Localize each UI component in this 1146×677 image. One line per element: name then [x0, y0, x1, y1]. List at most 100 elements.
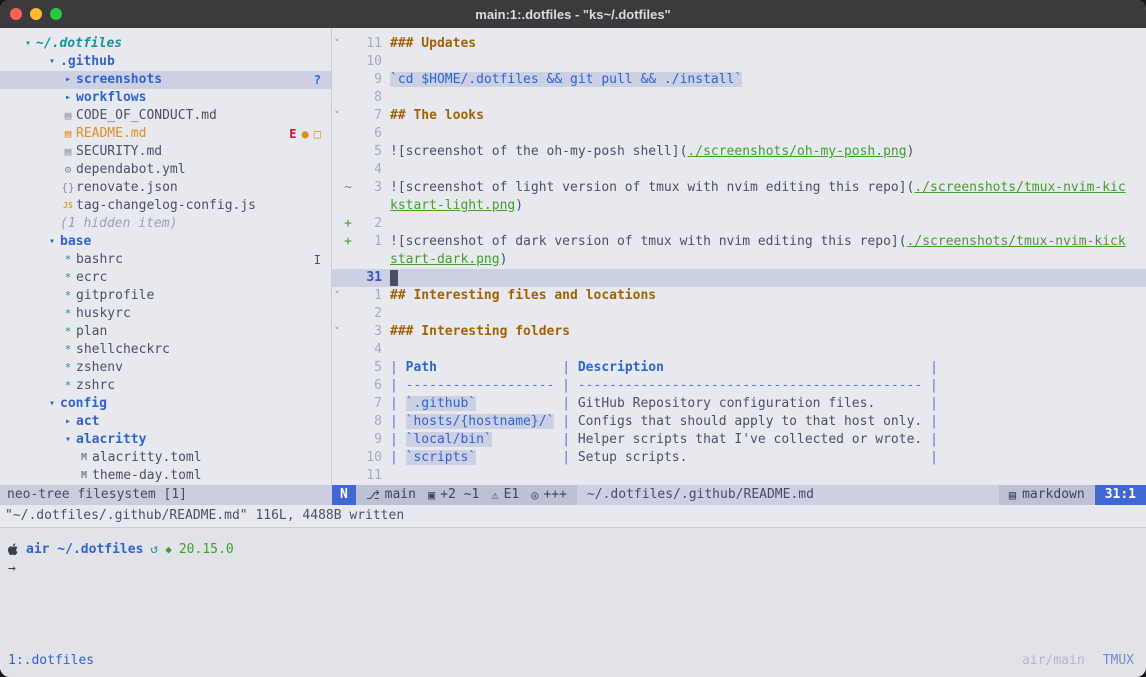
tree-item[interactable]: *bashrcI [0, 251, 331, 269]
line-text [382, 125, 390, 143]
status-badge: I [314, 251, 321, 269]
tree-item[interactable]: Malacritty.toml [0, 449, 331, 467]
editor-line[interactable]: 10 [332, 53, 1146, 71]
editor-line[interactable]: 6| ------------------- | ---------------… [332, 377, 1146, 395]
editor-line[interactable]: 10| `scripts` | Setup scripts. | [332, 449, 1146, 467]
editor-line[interactable]: 9| `local/bin` | Helper scripts that I'v… [332, 431, 1146, 449]
cmdline-message: "~/.dotfiles/.github/README.md" 116L, 44… [0, 505, 1146, 527]
tree-item[interactable]: Mtheme-day.toml [0, 467, 331, 485]
editor-line[interactable]: 9`cd $HOME/.dotfiles && git pull && ./in… [332, 71, 1146, 89]
tree-item[interactable]: ▾alacritty [0, 431, 331, 449]
text-segment: ) [515, 198, 523, 213]
zoom-button[interactable] [50, 8, 62, 20]
editor-line[interactable]: 8 [332, 89, 1146, 107]
tree-item[interactable]: ▸screenshots? [0, 71, 331, 89]
line-number: 6 [354, 377, 382, 395]
minimize-button[interactable] [30, 8, 42, 20]
line-text: kstart-light.png) [382, 197, 523, 215]
tree-item[interactable]: (1 hidden item) [0, 215, 331, 233]
editor-line[interactable]: ˅1## Interesting files and locations [332, 287, 1146, 305]
chevron-right-icon[interactable]: ▸ [60, 89, 76, 107]
fold-gutter [332, 359, 342, 377]
editor-line[interactable]: +1![screenshot of dark version of tmux w… [332, 233, 1146, 251]
tree-item-label: act [76, 413, 99, 431]
fold-gutter [332, 431, 342, 449]
line-number: 4 [354, 161, 382, 179]
tmux-window-item[interactable]: 1:.dotfiles [8, 653, 94, 668]
editor-line[interactable]: start-dark.png) [332, 251, 1146, 269]
neo-tree-sidebar[interactable]: ▾~/.dotfiles▾.github▸screenshots?▸workfl… [0, 28, 332, 485]
cursor-position: 31:1 [1095, 485, 1146, 505]
fold-icon[interactable]: ˅ [332, 323, 342, 341]
editor-line[interactable]: 6 [332, 125, 1146, 143]
tree-item[interactable]: *ecrc [0, 269, 331, 287]
editor-line[interactable]: 5| Path | Description | [332, 359, 1146, 377]
chevron-down-icon[interactable]: ▾ [44, 233, 60, 251]
tree-item[interactable]: *zshenv [0, 359, 331, 377]
editor-line[interactable]: 2 [332, 305, 1146, 323]
line-text: | Path | Description | [382, 359, 938, 377]
editor-line[interactable]: +2 [332, 215, 1146, 233]
editor[interactable]: ˅11### Updates109`cd $HOME/.dotfiles && … [332, 28, 1146, 485]
tree-item[interactable]: ▾~/.dotfiles [0, 35, 331, 53]
fold-icon[interactable]: ˅ [332, 35, 342, 53]
tree-item[interactable]: *zshrc [0, 377, 331, 395]
tree-item-label: ecrc [76, 269, 107, 287]
shell-pane[interactable]: air ~/.dotfiles ↺ ◆ 20.15.0 → 1:.dotfile… [0, 527, 1146, 677]
line-text: start-dark.png) [382, 251, 507, 269]
fold-icon[interactable]: ˅ [332, 107, 342, 125]
text-segment [492, 432, 562, 447]
fold-icon[interactable]: ˅ [332, 287, 342, 305]
tree-item[interactable]: ⚙dependabot.yml [0, 161, 331, 179]
editor-line[interactable]: 8| `hosts/{hostname}/` | Configs that sh… [332, 413, 1146, 431]
file-icon: * [60, 323, 76, 341]
tree-item[interactable]: ▤SECURITY.md [0, 143, 331, 161]
tree-item[interactable]: {}renovate.json [0, 179, 331, 197]
chevron-down-icon[interactable]: ▾ [20, 35, 36, 53]
tree-item[interactable]: *gitprofile [0, 287, 331, 305]
line-number: 6 [354, 125, 382, 143]
tree-item[interactable]: ▾base [0, 233, 331, 251]
tmux-right-status: air/main TMUX [1022, 653, 1134, 668]
editor-line[interactable]: ˅11### Updates [332, 35, 1146, 53]
text-segment: | [390, 450, 406, 465]
tree-item[interactable]: ▸act [0, 413, 331, 431]
tree-item-label: SECURITY.md [76, 143, 162, 161]
editor-line[interactable]: 4 [332, 341, 1146, 359]
tree-item[interactable]: JStag-changelog-config.js [0, 197, 331, 215]
tree-item-label: gitprofile [76, 287, 154, 305]
text-segment: Setup scripts. [578, 450, 930, 465]
editor-line[interactable]: 5![screenshot of the oh-my-posh shell](.… [332, 143, 1146, 161]
chevron-down-icon[interactable]: ▾ [60, 431, 76, 449]
tree-item[interactable]: *shellcheckrc [0, 341, 331, 359]
tree-item[interactable]: ▤CODE_OF_CONDUCT.md [0, 107, 331, 125]
fold-gutter [332, 413, 342, 431]
close-button[interactable] [10, 8, 22, 20]
chevron-down-icon[interactable]: ▾ [44, 395, 60, 413]
editor-line[interactable]: 31 [332, 269, 1146, 287]
line-number: 31 [354, 269, 382, 287]
editor-line[interactable]: 4 [332, 161, 1146, 179]
tree-item[interactable]: *plan [0, 323, 331, 341]
editor-line[interactable]: ~3![screenshot of light version of tmux … [332, 179, 1146, 197]
tree-item[interactable]: *huskyrc [0, 305, 331, 323]
chevron-right-icon[interactable]: ▸ [60, 413, 76, 431]
editor-line[interactable]: kstart-light.png) [332, 197, 1146, 215]
text-segment: ### Updates [390, 36, 476, 51]
editor-line[interactable]: 7| `.github` | GitHub Repository configu… [332, 395, 1146, 413]
chevron-down-icon[interactable]: ▾ [44, 53, 60, 71]
apple-icon [8, 543, 19, 556]
status-badge: E [289, 125, 296, 143]
tree-item[interactable]: ▤README.mdE●□ [0, 125, 331, 143]
tree-item[interactable]: ▾.github [0, 53, 331, 71]
editor-line[interactable]: ˅7## The looks [332, 107, 1146, 125]
chevron-right-icon[interactable]: ▸ [60, 71, 76, 89]
tree-item-label: CODE_OF_CONDUCT.md [76, 107, 217, 125]
editor-line[interactable]: 11 [332, 467, 1146, 485]
editor-line[interactable]: ˅3### Interesting folders [332, 323, 1146, 341]
sign-gutter [342, 53, 354, 71]
tree-item[interactable]: ▸workflows [0, 89, 331, 107]
fold-gutter [332, 233, 342, 251]
sign-gutter [342, 197, 354, 215]
tree-item[interactable]: ▾config [0, 395, 331, 413]
